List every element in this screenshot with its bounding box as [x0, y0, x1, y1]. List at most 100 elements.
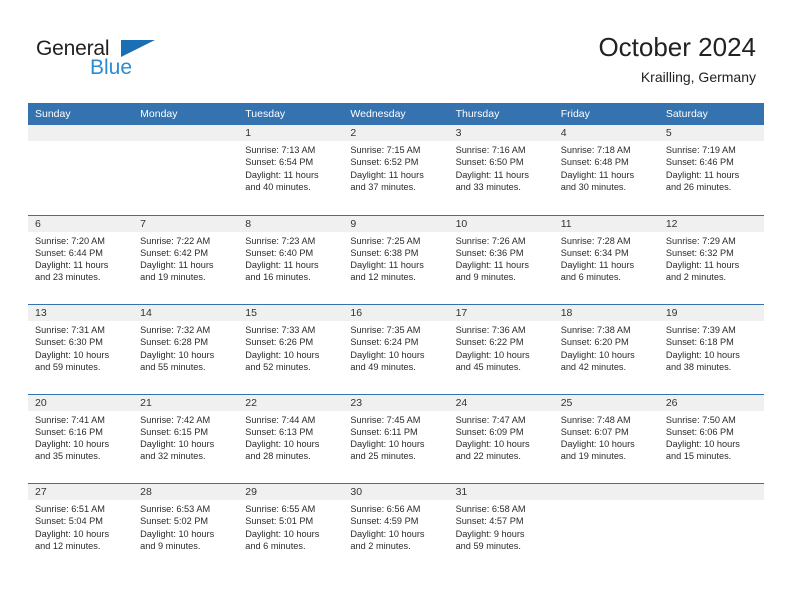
calendar-body: 1 Sunrise: 7:13 AM Sunset: 6:54 PM Daylight…	[28, 125, 764, 573]
calendar-day-cell[interactable]: 17 Sunrise: 7:36 AM Sunset: 6:22 PM Dayligh…	[448, 305, 554, 394]
day-sun-info: Sunrise: 7:38 AM Sunset: 6:20 PM Daylight:…	[554, 321, 659, 373]
day-number: 19	[658, 305, 764, 321]
day-number: 12	[658, 215, 764, 232]
daylight-duration-line1: Daylight: 11 hours	[140, 260, 214, 271]
daylight-duration-line2: and 59 minutes.	[35, 361, 101, 372]
sunrise-time: Sunrise: 7:28 AM	[560, 235, 631, 246]
sunrise-time: Sunrise: 7:33 AM	[245, 325, 316, 335]
calendar-day-cell[interactable]: 24 Sunrise: 7:47 AM Sunset: 6:09 PM Dayligh…	[448, 394, 554, 484]
calendar-day-cell[interactable]: 11 Sunrise: 7:28 AM Sunset: 6:34 PM Dayligh…	[553, 215, 659, 305]
daylight-duration-line2: and 35 minutes.	[35, 451, 101, 462]
sunset-time: Sunset: 4:59 PM	[350, 516, 419, 527]
calendar-day-cell[interactable]: 10 Sunrise: 7:26 AM Sunset: 6:36 PM Dayligh…	[448, 215, 554, 305]
weekday-header-row: Sunday Monday Tuesday Wednesday Thursday Frid…	[28, 103, 764, 125]
daylight-duration-line2: and 33 minutes.	[455, 181, 521, 192]
calendar-day-cell[interactable]: 12 Sunrise: 7:29 AM Sunset: 6:32 PM Dayligh…	[658, 215, 764, 305]
calendar-day-cell[interactable]: 13 Sunrise: 7:31 AM Sunset: 6:30 PM Dayligh…	[28, 305, 134, 394]
sunset-time: Sunset: 6:09 PM	[455, 426, 524, 437]
daylight-duration-line2: and 49 minutes.	[350, 361, 416, 372]
calendar-day-cell[interactable]: 8 Sunrise: 7:23 AM Sunset: 6:40 PM Daylight…	[238, 215, 344, 305]
daylight-duration-line2: and 15 minutes.	[665, 451, 732, 462]
daylight-duration-line1: Daylight: 11 hours	[455, 260, 529, 271]
calendar-day-cell[interactable]: 26 Sunrise: 7:50 AM Sunset: 6:06 PM Dayligh…	[658, 394, 764, 484]
daylight-duration-line1: Daylight: 10 hours	[35, 528, 110, 539]
weekday-header-monday: Monday	[140, 108, 178, 120]
daylight-duration-line1: Daylight: 10 hours	[350, 528, 425, 539]
calendar-day-cell[interactable]: 28 Sunrise: 6:53 AM Sunset: 5:02 PM Dayligh…	[133, 484, 239, 573]
sunrise-time: Sunrise: 7:41 AM	[35, 414, 105, 425]
calendar-week-row: 20 Sunrise: 7:41 AM Sunset: 6:16 PM Dayligh…	[28, 393, 764, 484]
day-number: 26	[658, 394, 764, 411]
calendar-grid: Sunday Monday Tuesday Wednesday Thursday Frid…	[28, 103, 764, 573]
day-number: 6	[28, 215, 134, 232]
day-sun-info: Sunrise: 7:26 AM Sunset: 6:36 PM Daylight:…	[449, 232, 554, 284]
daylight-duration-line1: Daylight: 10 hours	[245, 439, 320, 450]
general-blue-logo[interactable]: General Blue	[36, 38, 156, 86]
day-number: 13	[28, 305, 134, 321]
daylight-duration-line1: Daylight: 10 hours	[140, 439, 215, 450]
sunset-time: Sunset: 6:06 PM	[665, 426, 734, 437]
day-sun-info: Sunrise: 7:36 AM Sunset: 6:22 PM Daylight:…	[449, 321, 554, 373]
calendar-day-cell[interactable]: 16 Sunrise: 7:35 AM Sunset: 6:24 PM Dayligh…	[343, 305, 449, 394]
calendar-day-cell[interactable]: 19 Sunrise: 7:39 AM Sunset: 6:18 PM Dayligh…	[658, 305, 764, 394]
calendar-day-cell[interactable]: 15 Sunrise: 7:33 AM Sunset: 6:26 PM Dayligh…	[238, 305, 344, 394]
calendar-day-cell[interactable]: 14 Sunrise: 7:32 AM Sunset: 6:28 PM Dayligh…	[133, 305, 239, 394]
calendar-day-cell[interactable]: 4 Sunrise: 7:18 AM Sunset: 6:48 PM Daylight…	[553, 125, 659, 215]
calendar-day-cell[interactable]: 18 Sunrise: 7:38 AM Sunset: 6:20 PM Dayligh…	[553, 305, 659, 394]
daylight-duration-line2: and 6 minutes.	[560, 272, 621, 283]
calendar-day-cell[interactable]: 22 Sunrise: 7:44 AM Sunset: 6:13 PM Dayligh…	[238, 394, 344, 484]
calendar-day-cell[interactable]: 20 Sunrise: 7:41 AM Sunset: 6:16 PM Dayligh…	[28, 394, 134, 484]
calendar-day-cell[interactable]: 29 Sunrise: 6:55 AM Sunset: 5:01 PM Dayligh…	[238, 484, 344, 573]
calendar-day-cell[interactable]: 27 Sunrise: 6:51 AM Sunset: 5:04 PM Dayligh…	[28, 484, 134, 573]
sunrise-time: Sunrise: 6:51 AM	[35, 504, 105, 514]
calendar-day-cell[interactable]: 31 Sunrise: 6:58 AM Sunset: 4:57 PM Dayligh…	[448, 484, 554, 573]
sunset-time: Sunset: 6:48 PM	[560, 157, 629, 168]
daylight-duration-line1: Daylight: 11 hours	[455, 169, 529, 180]
calendar-day-cell[interactable]: 2 Sunrise: 7:15 AM Sunset: 6:52 PM Daylight…	[343, 125, 449, 215]
calendar-day-cell[interactable]: 23 Sunrise: 7:45 AM Sunset: 6:11 PM Dayligh…	[343, 394, 449, 484]
sunrise-time: Sunrise: 7:42 AM	[140, 414, 211, 425]
calendar-day-cell[interactable]: 30 Sunrise: 6:56 AM Sunset: 4:59 PM Dayligh…	[343, 484, 449, 573]
daylight-duration-line2: and 40 minutes.	[245, 181, 311, 192]
sunset-time: Sunset: 6:07 PM	[560, 426, 629, 437]
daylight-duration-line2: and 32 minutes.	[140, 451, 206, 462]
day-sun-info: Sunrise: 7:25 AM Sunset: 6:38 PM Daylight:…	[343, 232, 448, 284]
day-sun-info: Sunrise: 7:47 AM Sunset: 6:09 PM Daylight:…	[449, 411, 554, 463]
day-number: 7	[133, 215, 239, 232]
calendar-day-cell[interactable]: 5 Sunrise: 7:19 AM Sunset: 6:46 PM Daylight…	[658, 125, 764, 215]
sunset-time: Sunset: 6:40 PM	[245, 247, 314, 258]
daylight-duration-line1: Daylight: 10 hours	[665, 439, 740, 450]
daylight-duration-line1: Daylight: 10 hours	[245, 349, 320, 360]
daylight-duration-line1: Daylight: 10 hours	[560, 349, 635, 360]
sunset-time: Sunset: 6:38 PM	[350, 247, 419, 258]
day-number: 18	[553, 305, 659, 321]
calendar-day-cell[interactable]: 6 Sunrise: 7:20 AM Sunset: 6:44 PM Daylight…	[28, 215, 134, 305]
sunrise-time: Sunrise: 7:36 AM	[455, 325, 526, 335]
daylight-duration-line1: Daylight: 10 hours	[140, 528, 215, 539]
daylight-duration-line2: and 52 minutes.	[245, 361, 311, 372]
page-header: General Blue October 2024 Krailling, Ger…	[0, 0, 792, 103]
day-number: 1	[238, 125, 344, 141]
daylight-duration-line1: Daylight: 10 hours	[35, 349, 110, 360]
sunrise-time: Sunrise: 7:18 AM	[560, 145, 631, 155]
daylight-duration-line2: and 22 minutes.	[455, 451, 521, 462]
day-number: 4	[553, 125, 659, 141]
daylight-duration-line2: and 9 minutes.	[140, 540, 201, 551]
calendar-day-cell-empty	[28, 125, 134, 215]
calendar-day-cell[interactable]: 25 Sunrise: 7:48 AM Sunset: 6:07 PM Dayligh…	[553, 394, 659, 484]
calendar-day-cell[interactable]: 7 Sunrise: 7:22 AM Sunset: 6:42 PM Daylight…	[133, 215, 239, 305]
calendar-day-cell[interactable]: 3 Sunrise: 7:16 AM Sunset: 6:50 PM Daylight…	[448, 125, 554, 215]
day-sun-info: Sunrise: 7:31 AM Sunset: 6:30 PM Daylight:…	[28, 321, 133, 373]
day-sun-info: Sunrise: 7:16 AM Sunset: 6:50 PM Daylight:…	[449, 141, 554, 193]
daylight-duration-line2: and 19 minutes.	[560, 451, 627, 462]
sunrise-time: Sunrise: 7:19 AM	[665, 145, 736, 155]
day-number: 28	[133, 484, 239, 500]
calendar-day-cell[interactable]: 9 Sunrise: 7:25 AM Sunset: 6:38 PM Daylight…	[343, 215, 449, 305]
logo-text-blue: Blue	[90, 56, 133, 79]
sunset-time: Sunset: 6:42 PM	[140, 247, 209, 258]
day-sun-info: Sunrise: 7:50 AM Sunset: 6:06 PM Daylight:…	[659, 411, 764, 463]
day-number: 29	[238, 484, 344, 500]
calendar-day-cell[interactable]: 1 Sunrise: 7:13 AM Sunset: 6:54 PM Daylight…	[238, 125, 344, 215]
day-sun-info: Sunrise: 7:22 AM Sunset: 6:42 PM Daylight:…	[133, 232, 238, 284]
calendar-day-cell[interactable]: 21 Sunrise: 7:42 AM Sunset: 6:15 PM Dayligh…	[133, 394, 239, 484]
